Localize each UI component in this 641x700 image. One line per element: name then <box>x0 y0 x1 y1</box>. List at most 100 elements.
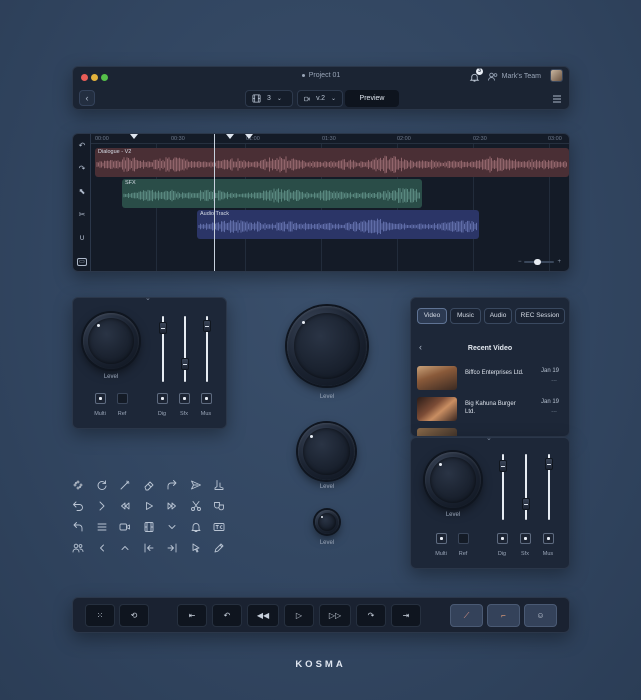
zoom-control[interactable]: − + <box>518 259 561 265</box>
fader-dig[interactable] <box>159 322 167 334</box>
undo-button[interactable]: ↶ <box>76 140 88 152</box>
playhead[interactable] <box>214 134 215 271</box>
skip-to-end-button[interactable]: ⇥ <box>391 604 421 627</box>
skip-end-icon[interactable] <box>166 541 178 553</box>
more-options-button[interactable]: ... <box>551 407 557 414</box>
fader-dig[interactable] <box>499 460 507 472</box>
select-tool-button[interactable]: ⬉ <box>76 186 88 198</box>
tab-music[interactable]: Music <box>450 308 481 324</box>
chevron-down-icon[interactable]: ⌄ <box>145 294 151 302</box>
large-level-knob[interactable] <box>287 306 367 386</box>
medium-level-knob[interactable] <box>298 423 355 480</box>
zoom-slider[interactable] <box>524 259 555 265</box>
timecode-button[interactable]: ▭ <box>76 255 88 267</box>
fast-forward-button[interactable]: ▷▷ <box>319 604 351 627</box>
sfx-checkbox[interactable] <box>520 533 531 544</box>
dig-checkbox[interactable] <box>497 533 508 544</box>
eraser-icon[interactable] <box>143 478 155 491</box>
mus-checkbox[interactable] <box>543 533 554 544</box>
chevron-down-icon[interactable] <box>166 520 178 532</box>
snap-tool-button[interactable]: ∪ <box>76 232 88 244</box>
tab-rec-session[interactable]: REC Session <box>515 308 565 324</box>
cut-tool-button[interactable]: ✂ <box>76 209 88 221</box>
avatar[interactable] <box>550 69 563 82</box>
marker[interactable] <box>130 134 138 139</box>
ref-checkbox[interactable] <box>117 393 128 404</box>
play-button[interactable]: ▷ <box>284 604 314 627</box>
redo-button[interactable]: ↷ <box>356 604 386 627</box>
loop-button[interactable]: ⟲ <box>119 604 149 627</box>
fader-sfx[interactable] <box>522 498 530 510</box>
boot-button[interactable]: ⌐ <box>487 604 520 627</box>
undo-button[interactable]: ↶ <box>212 604 242 627</box>
ref-checkbox[interactable] <box>458 533 469 544</box>
skip-forward-icon[interactable] <box>96 499 108 511</box>
fast-forward-icon[interactable] <box>166 499 178 511</box>
chevron-up-icon[interactable] <box>119 541 131 553</box>
marker[interactable] <box>245 134 253 139</box>
chevron-left-icon[interactable] <box>96 541 108 553</box>
level-knob[interactable] <box>425 452 481 508</box>
list-item[interactable]: Biffco Enterprises Ltd. Jan 19 ... <box>417 366 563 392</box>
list-item[interactable]: Big Kahuna Burger Ltd. Jan 19 ... <box>417 397 563 423</box>
boot-icon[interactable] <box>213 478 225 490</box>
level-label: Level <box>319 540 335 546</box>
effects-button[interactable]: ⁙ <box>85 604 115 627</box>
magic-wand-icon[interactable] <box>119 478 131 490</box>
fader-mus[interactable] <box>203 320 211 332</box>
cursor-icon[interactable] <box>190 541 202 553</box>
dig-checkbox[interactable] <box>157 393 168 404</box>
time-ruler[interactable]: 00:00 00:30 01:00 01:30 02:00 02:30 03:0… <box>91 134 569 144</box>
zoom-in-icon[interactable]: + <box>557 259 561 265</box>
redo-button[interactable]: ↷ <box>76 163 88 175</box>
tc-icon[interactable] <box>213 520 225 532</box>
zoom-out-icon[interactable]: − <box>518 259 522 265</box>
level-knob[interactable] <box>83 313 139 369</box>
skip-back-icon[interactable] <box>143 541 155 553</box>
undo-arrow-icon[interactable] <box>72 499 84 511</box>
play-icon[interactable] <box>143 499 155 511</box>
team-selector[interactable]: Mark's Team <box>487 72 541 81</box>
menu-button[interactable] <box>551 92 563 104</box>
fader-mus[interactable] <box>545 458 553 470</box>
mus-checkbox[interactable] <box>201 393 212 404</box>
video-camera-icon[interactable] <box>119 520 131 532</box>
marker[interactable] <box>226 134 234 139</box>
clip-selector[interactable]: 3 ⌄ <box>245 90 293 107</box>
film-icon[interactable] <box>143 520 155 532</box>
tab-video[interactable]: Video <box>417 308 447 324</box>
version-selector[interactable]: v.2 ⌄ <box>297 90 343 107</box>
zoom-slider-handle[interactable] <box>534 259 542 265</box>
rewind-button[interactable]: ◀◀ <box>247 604 279 627</box>
wand-button[interactable]: ⟋ <box>450 604 483 627</box>
share-arrow-icon[interactable] <box>72 520 84 532</box>
send-icon[interactable] <box>190 478 202 490</box>
masks-button[interactable]: ☺ <box>524 604 557 627</box>
small-level-knob[interactable] <box>315 510 339 534</box>
back-button[interactable]: ‹ <box>79 90 95 106</box>
rewind-icon[interactable] <box>119 499 131 511</box>
track-audio[interactable]: Audio Track <box>197 210 479 239</box>
skip-to-start-button[interactable]: ⇤ <box>177 604 207 627</box>
track-dialogue[interactable]: Dialogue - V2 <box>95 148 569 177</box>
tab-audio[interactable]: Audio <box>484 308 512 324</box>
people-icon[interactable] <box>72 541 84 553</box>
bell-icon[interactable] <box>190 520 202 532</box>
sparkle-icon[interactable] <box>72 478 84 490</box>
fader-sfx[interactable] <box>181 358 189 370</box>
multi-checkbox[interactable] <box>436 533 447 544</box>
more-options-button[interactable]: ... <box>551 376 557 383</box>
boot-icon: ⌐ <box>501 611 506 620</box>
menu-icon[interactable] <box>96 520 108 532</box>
redo-arrow-icon[interactable] <box>166 478 178 490</box>
preview-button[interactable]: Preview <box>345 90 399 107</box>
refresh-icon[interactable] <box>96 478 108 490</box>
track-sfx[interactable]: SFX <box>122 179 422 208</box>
chevron-down-icon[interactable]: ⌄ <box>486 434 492 442</box>
scissors-icon[interactable] <box>190 499 202 511</box>
sfx-checkbox[interactable] <box>179 393 190 404</box>
multi-checkbox[interactable] <box>95 393 106 404</box>
notifications-button[interactable]: 3 <box>469 68 483 82</box>
pen-icon[interactable] <box>213 541 225 553</box>
masks-icon[interactable] <box>213 499 225 511</box>
